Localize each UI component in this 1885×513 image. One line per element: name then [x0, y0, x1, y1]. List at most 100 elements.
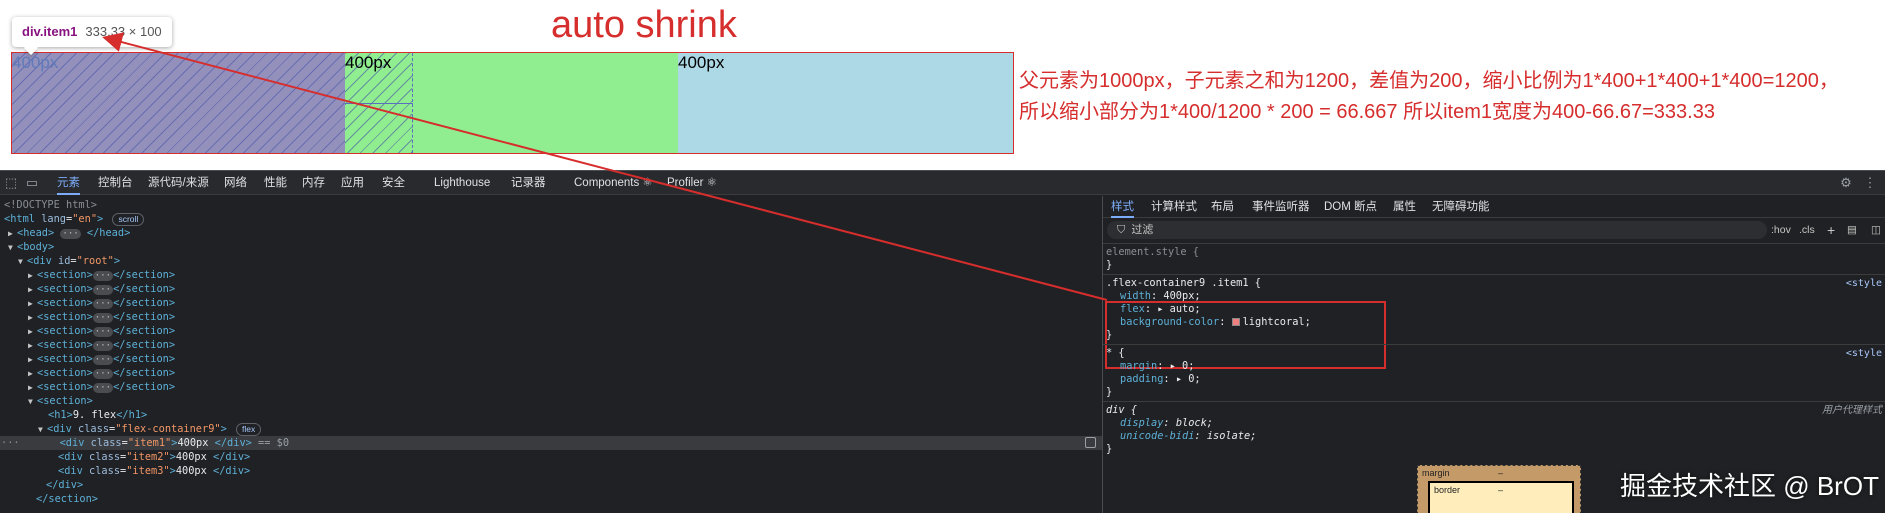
tab-sources[interactable]: 源代码/来源: [148, 171, 209, 195]
section-open-tag: <section>: [37, 395, 93, 407]
ellipsis-icon[interactable]: ···: [92, 341, 114, 351]
rule-item1-selector[interactable]: .flex-container9 .item1 { <style: [1106, 277, 1882, 290]
expand-triangle-icon[interactable]: ▶: [28, 339, 37, 353]
styles-tabbar: 样式 计算样式 布局 事件监听器 DOM 断点 属性 无障碍功能: [1103, 196, 1885, 218]
open-panel-icon[interactable]: [1085, 437, 1096, 448]
ellipsis-icon[interactable]: ···: [92, 313, 114, 323]
inspect-icon[interactable]: ⬚: [3, 175, 19, 191]
prop-margin[interactable]: margin: ▸ 0;: [1120, 360, 1194, 373]
rule-div-selector[interactable]: div { 用户代理样式: [1106, 404, 1882, 417]
tab-components[interactable]: Components ⚛: [574, 171, 653, 195]
flex-item-1[interactable]: 400px: [12, 53, 345, 153]
ellipsis-icon[interactable]: ···: [92, 285, 114, 295]
tree-row-item1-selected[interactable]: ··· <div class="item1">400px </div> == $0: [0, 436, 1102, 450]
expand-triangle-icon[interactable]: ▶: [28, 269, 37, 283]
tab-performance[interactable]: 性能: [264, 171, 287, 195]
tab-lighthouse[interactable]: Lighthouse: [434, 171, 490, 195]
expand-triangle-icon[interactable]: ▶: [28, 297, 37, 311]
html-attr-value: "en": [72, 213, 98, 225]
ellipsis-icon[interactable]: ···: [92, 271, 114, 281]
tab-security[interactable]: 安全: [382, 171, 405, 195]
tree-row-section-open[interactable]: ▼ <section>: [0, 394, 1102, 408]
flex-badge[interactable]: flex: [236, 423, 262, 436]
tree-row-h1[interactable]: <h1>9. flex</h1>: [0, 408, 1102, 422]
flex-item-3[interactable]: 400px: [678, 53, 1013, 153]
tree-row-section-close[interactable]: </section>: [0, 492, 1102, 506]
tab-dom-breakpoints[interactable]: DOM 断点: [1324, 196, 1377, 218]
tree-row-body[interactable]: ▼ <body>: [0, 240, 1102, 254]
tab-accessibility[interactable]: 无障碍功能: [1432, 196, 1490, 218]
rule-universal-selector[interactable]: * { <style: [1106, 347, 1882, 360]
rule-source-link[interactable]: <style: [1846, 277, 1882, 290]
border-value[interactable]: –: [1498, 485, 1503, 495]
tree-row-root[interactable]: ▼ <div id="root">: [0, 254, 1102, 268]
tab-properties[interactable]: 属性: [1393, 196, 1416, 218]
brace: }: [1106, 259, 1113, 271]
tree-row-section[interactable]: ▶ <section> ··· </section>: [0, 366, 1102, 380]
tab-profiler[interactable]: Profiler ⚛: [667, 171, 717, 195]
expand-triangle-icon[interactable]: ▶: [28, 325, 37, 339]
device-toggle-icon[interactable]: ▭: [24, 175, 40, 191]
ellipsis-icon[interactable]: ···: [60, 229, 81, 239]
tab-computed[interactable]: 计算样式: [1151, 196, 1197, 218]
expand-triangle-icon[interactable]: ▶: [28, 367, 37, 381]
expand-triangle-icon[interactable]: ▶: [28, 381, 37, 395]
tab-layout[interactable]: 布局: [1211, 196, 1234, 218]
tab-network[interactable]: 网络: [224, 171, 247, 195]
collapse-triangle-icon[interactable]: ▼: [38, 423, 47, 437]
tree-row-item2[interactable]: <div class="item2">400px </div>: [0, 450, 1102, 464]
margin-value[interactable]: –: [1498, 468, 1503, 478]
scroll-badge[interactable]: scroll: [112, 213, 145, 226]
expand-triangle-icon[interactable]: ▶: [28, 283, 37, 297]
ellipsis-icon[interactable]: ···: [92, 383, 114, 393]
expand-triangle-icon[interactable]: ▶: [28, 311, 37, 325]
tree-row-section[interactable]: ▶ <section> ··· </section>: [0, 296, 1102, 310]
ellipsis-icon[interactable]: ···: [92, 369, 114, 379]
tree-row-section[interactable]: ▶ <section> ··· </section>: [0, 310, 1102, 324]
ellipsis-icon[interactable]: ···: [92, 355, 114, 365]
sidebar-toggle-icon[interactable]: ◫: [1871, 221, 1881, 239]
settings-gear-icon[interactable]: ⚙: [1838, 175, 1854, 191]
more-menu-icon[interactable]: ⋮: [1862, 175, 1878, 191]
rule-separator: [1103, 401, 1885, 402]
hov-button[interactable]: :hov: [1771, 221, 1791, 239]
border-box[interactable]: border –: [1428, 481, 1574, 513]
tab-elements[interactable]: 元素: [57, 171, 80, 195]
prop-unicode-bidi[interactable]: unicode-bidi: isolate;: [1120, 430, 1256, 443]
collapse-triangle-icon[interactable]: ▼: [28, 395, 37, 409]
collapse-triangle-icon[interactable]: ▼: [18, 255, 27, 269]
box-model-diagram[interactable]: margin – border –: [1417, 465, 1581, 513]
element-style-selector[interactable]: element.style {: [1106, 246, 1199, 259]
rule-source-link[interactable]: <style: [1846, 347, 1882, 360]
tree-row-section[interactable]: ▶ <section> ··· </section>: [0, 268, 1102, 282]
tree-row-head[interactable]: ▶ <head> ··· </head>: [0, 226, 1102, 240]
prop-display[interactable]: display: block;: [1120, 417, 1213, 430]
tree-row-section[interactable]: ▶ <section> ··· </section>: [0, 338, 1102, 352]
add-rule-icon[interactable]: +: [1827, 221, 1835, 239]
tree-row-section[interactable]: ▶ <section> ··· </section>: [0, 282, 1102, 296]
tab-console[interactable]: 控制台: [98, 171, 133, 195]
toggle-print-icon[interactable]: ▤: [1847, 221, 1857, 239]
ellipsis-icon[interactable]: ···: [92, 327, 114, 337]
flex-item-2[interactable]: 400px: [345, 53, 678, 153]
tree-row-flex-container[interactable]: ▼ <div class="flex-container9"> flex: [0, 422, 1102, 436]
expand-triangle-icon[interactable]: ▶: [8, 227, 17, 241]
tree-row-section[interactable]: ▶ <section> ··· </section>: [0, 380, 1102, 394]
expand-triangle-icon[interactable]: ▶: [28, 353, 37, 367]
tree-row-doctype[interactable]: <!DOCTYPE html>: [0, 198, 1102, 212]
prop-padding[interactable]: padding: ▸ 0;: [1120, 373, 1201, 386]
tab-styles[interactable]: 样式: [1111, 196, 1134, 218]
tree-row-html[interactable]: <html lang="en"> scroll: [0, 212, 1102, 226]
styles-filter-input[interactable]: ⛉ 过滤: [1107, 221, 1767, 239]
tree-row-div-close[interactable]: </div>: [0, 478, 1102, 492]
collapse-triangle-icon[interactable]: ▼: [8, 241, 17, 255]
tree-row-section[interactable]: ▶ <section> ··· </section>: [0, 352, 1102, 366]
tree-row-section[interactable]: ▶ <section> ··· </section>: [0, 324, 1102, 338]
ellipsis-icon[interactable]: ···: [92, 299, 114, 309]
tab-recorder[interactable]: 记录器: [511, 171, 546, 195]
cls-button[interactable]: .cls: [1799, 221, 1815, 239]
tab-event-listeners[interactable]: 事件监听器: [1252, 196, 1310, 218]
tab-application[interactable]: 应用: [341, 171, 364, 195]
tab-memory[interactable]: 内存: [302, 171, 325, 195]
tree-row-item3[interactable]: <div class="item3">400px </div>: [0, 464, 1102, 478]
